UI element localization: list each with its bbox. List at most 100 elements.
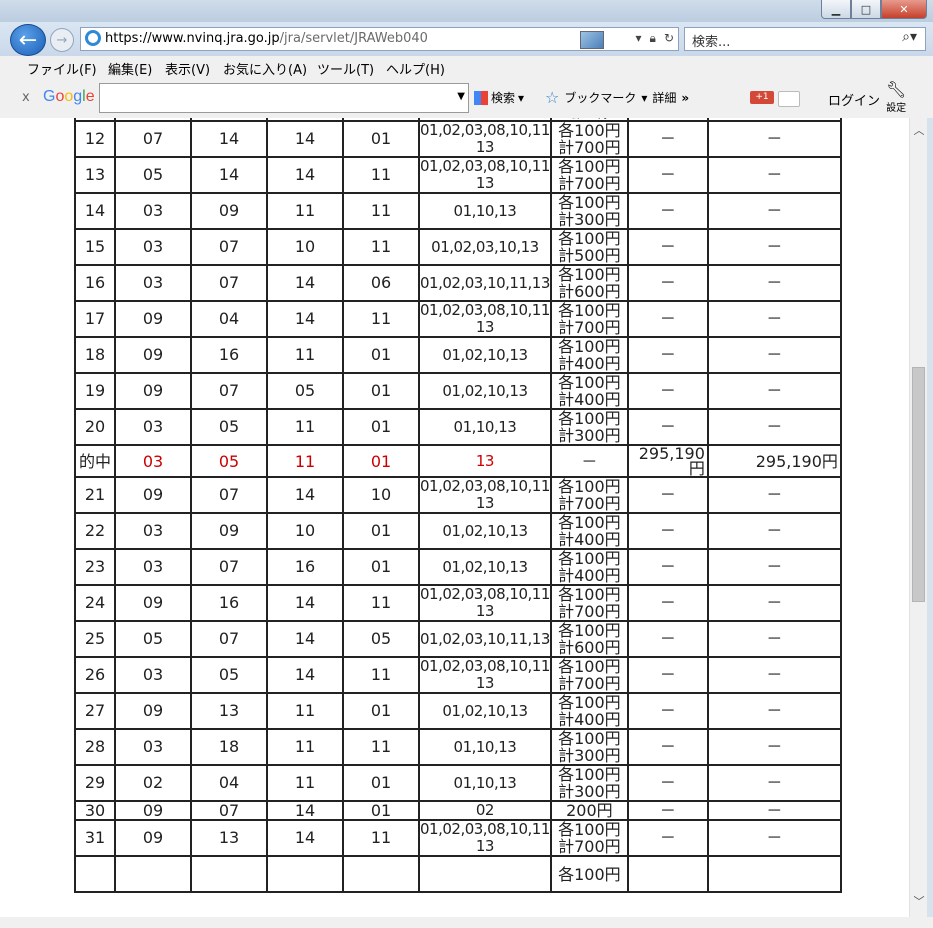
cell-col-5: 01 xyxy=(342,764,420,802)
cell-line-1: 01,10,13 xyxy=(453,737,517,756)
cell-horse-combination: 01,02,10,13 xyxy=(418,548,552,586)
details-link[interactable]: 詳細 xyxy=(652,89,676,106)
cell-col-2 xyxy=(114,855,192,893)
cell-amount: 各100円 計700円 xyxy=(549,819,629,857)
lock-icon[interactable]: 🔒︎ xyxy=(650,31,656,49)
cell-amount: 各100円 計300円 xyxy=(549,728,629,766)
scroll-down-icon[interactable]: ﹀ xyxy=(910,893,928,911)
search-icon[interactable]: ⌕▾ xyxy=(902,29,917,45)
cell-bet-number: 18 xyxy=(74,336,116,374)
cell-col-3: 07 xyxy=(190,228,268,266)
refresh-icon[interactable]: ↻ xyxy=(664,31,674,49)
cell-col-5: 11 xyxy=(342,192,420,230)
table-row: 25 05 07 14 05 01,02,03,10,11,13 各100円 計600円－－ xyxy=(74,620,842,658)
cell-col-4 xyxy=(266,855,344,893)
cell-total-payout: － xyxy=(706,800,842,821)
cell-amount: 各100円 計300円 xyxy=(549,192,629,230)
table-row: 31 09 13 14 11 01,02,03,08,10,11 13 各100円 計700円－… xyxy=(74,819,842,857)
cell-payout: － xyxy=(626,476,709,514)
cell-col-2: 03 xyxy=(114,656,192,694)
maximize-button[interactable]: □ xyxy=(851,0,881,19)
more-icon[interactable]: » xyxy=(681,91,689,105)
table-row: 30 09 07 14 01 02 200円－－ xyxy=(74,800,842,821)
google-search-input[interactable]: ▼ xyxy=(99,83,469,113)
table-row: 23 03 07 16 01 01,02,10,13 各100円 計400円－－ xyxy=(74,548,842,586)
cell-horse-combination: 01,02,03,10,11,13 xyxy=(418,264,552,302)
cell-payout: － xyxy=(626,408,709,446)
dropdown-arrow-icon[interactable]: ▾ xyxy=(636,31,642,49)
forward-button[interactable]: → xyxy=(50,28,74,52)
cell-col-2: 09 xyxy=(114,692,192,730)
minimize-button[interactable]: ▁ xyxy=(821,0,851,19)
back-arrow-icon: ← xyxy=(18,27,38,53)
settings-button[interactable]: 🔧︎ 設定 xyxy=(886,80,906,114)
cell-col-5: 10 xyxy=(342,476,420,514)
cell-horse-combination: 01,02,03,08,10,11 13 xyxy=(418,156,552,194)
search-input[interactable]: 検索... xyxy=(692,31,730,50)
cell-col-5: 06 xyxy=(342,264,420,302)
cell-amount: 各100円 計700円 xyxy=(549,120,629,158)
table-row: 27 09 13 11 01 01,02,10,13 各100円 計400円－－ xyxy=(74,692,842,730)
menu-file[interactable]: ファイル(F) xyxy=(27,59,97,78)
menu-edit[interactable]: 編集(E) xyxy=(108,59,152,78)
page-viewport: 計500円 120714140101,02,03,08,10,1113各100円計… xyxy=(0,118,909,928)
cell-line-2: 計400円 xyxy=(558,566,621,585)
cell-col-2: 05 xyxy=(114,156,192,194)
chevron-down-icon[interactable]: ▼ xyxy=(457,91,465,102)
cell-bet-number: 15 xyxy=(74,228,116,266)
menu-view[interactable]: 表示(V) xyxy=(165,59,210,78)
close-button[interactable]: ✕ xyxy=(881,0,927,19)
cell-horse-combination: 01,02,03,08,10,11 13 xyxy=(418,819,552,857)
cell-payout: － xyxy=(626,620,709,658)
menu-tools[interactable]: ツール(T) xyxy=(317,59,374,78)
scrollbar-thumb[interactable] xyxy=(912,367,925,602)
cell-horse-combination: 01,02,03,10,13 xyxy=(418,228,552,266)
scroll-up-icon[interactable]: ︿ xyxy=(910,122,928,140)
gplus-button[interactable]: +1 xyxy=(750,91,774,104)
cell-amount: 各100円 計300円 xyxy=(549,408,629,446)
cell-total-payout: － xyxy=(706,408,842,446)
cell-horse-combination: 01,02,10,13 xyxy=(418,372,552,410)
cell-payout: － xyxy=(626,800,709,821)
cell-horse-combination: 01,02,10,13 xyxy=(418,336,552,374)
back-button[interactable]: ← xyxy=(10,24,46,56)
cell-col-3: 05 xyxy=(190,444,268,478)
cell-line-2: 計500円 xyxy=(558,246,621,265)
cell-col-5: 11 xyxy=(342,819,420,857)
cell-col-2: 03 xyxy=(114,264,192,302)
toolbar-close-icon[interactable]: x xyxy=(22,90,30,105)
cell-line-2: 計700円 xyxy=(558,837,621,856)
cell-col-5: 05 xyxy=(342,620,420,658)
cell-col-2: 09 xyxy=(114,476,192,514)
cell-amount: 各100円 計400円 xyxy=(549,336,629,374)
cell-horse-combination: 01,02,03,08,10,11 13 xyxy=(418,656,552,694)
cell-bet-number: 29 xyxy=(74,764,116,802)
address-bar[interactable]: https://www.nvinq.jra.go.jp/jra/servlet/… xyxy=(80,27,679,51)
compatibility-view-icon[interactable] xyxy=(579,31,604,49)
menu-favorites[interactable]: お気に入り(A) xyxy=(223,59,307,78)
cell-payout xyxy=(626,855,709,893)
menu-help[interactable]: ヘルプ(H) xyxy=(386,59,445,78)
cell-line-2: 13 xyxy=(475,318,495,336)
cell-payout: － xyxy=(626,228,709,266)
cell-col-4: 11 xyxy=(266,444,344,478)
cell-horse-combination: 01,02,03,08,10,11 13 xyxy=(418,300,552,338)
cell-line-1: 各100円 xyxy=(558,864,621,884)
cell-line-2: 計700円 xyxy=(558,494,621,513)
cell-bet-number: 23 xyxy=(74,548,116,586)
login-link[interactable]: ログイン xyxy=(828,90,880,109)
cell-amount: 各100円 計700円 xyxy=(549,584,629,622)
cell-col-4: 11 xyxy=(266,764,344,802)
search-box[interactable]: 検索... ⌕▾ xyxy=(684,27,926,51)
bookmark-button[interactable]: ☆ ブックマーク ▾ 詳細 » xyxy=(545,88,689,107)
url-text[interactable]: https://www.nvinq.jra.go.jp/jra/servlet/… xyxy=(105,31,428,46)
betting-results-table: 計500円 120714140101,02,03,08,10,1113各100円計… xyxy=(74,118,842,893)
google-search-button[interactable]: 検索 ▾ xyxy=(474,89,524,106)
cell-line-2: 13 xyxy=(475,174,495,192)
table-row: 12 07 14 14 01 01,02,03,08,10,11 13 各100円 計700円－… xyxy=(74,120,842,158)
gplus-count xyxy=(778,91,800,107)
cell-bet-number: 12 xyxy=(74,120,116,158)
vertical-scrollbar[interactable]: ︿ ﹀ xyxy=(909,118,928,917)
cell-line-2: 計700円 xyxy=(558,318,621,337)
cell-col-3: 07 xyxy=(190,548,268,586)
